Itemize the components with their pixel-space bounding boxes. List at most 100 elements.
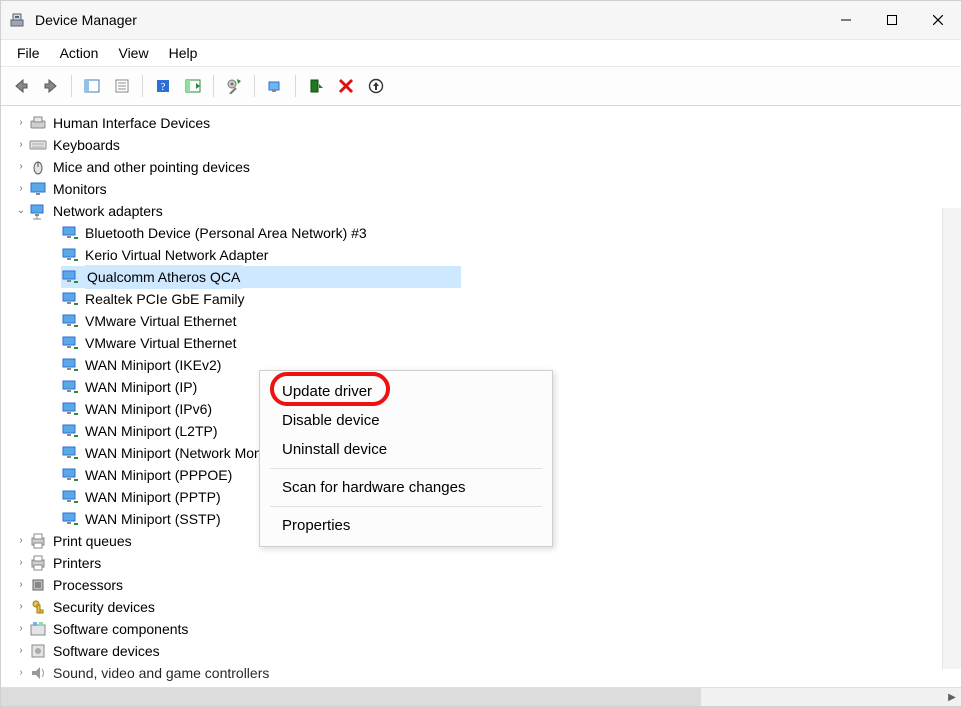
expander-icon[interactable]: ›: [13, 596, 29, 618]
svg-text:?: ?: [161, 81, 166, 93]
tree-category[interactable]: ⌄ Network adapters: [13, 200, 961, 222]
expander-icon[interactable]: ›: [13, 574, 29, 596]
tree-category[interactable]: › Software components: [13, 618, 961, 640]
expander-icon[interactable]: ›: [13, 552, 29, 574]
device-icon: [61, 400, 79, 418]
tree-category[interactable]: ›Sound, video and game controllers: [13, 662, 961, 684]
window-controls: [823, 1, 961, 39]
minimize-button[interactable]: [823, 1, 869, 39]
tree-category[interactable]: › Software devices: [13, 640, 961, 662]
help-button[interactable]: ?: [149, 72, 177, 100]
expander-icon[interactable]: ›: [13, 178, 29, 200]
device-icon: [61, 444, 79, 462]
scrollbar-thumb[interactable]: [1, 688, 701, 706]
device-icon: [61, 356, 79, 374]
menu-file[interactable]: File: [7, 43, 50, 63]
expander-icon[interactable]: ›: [13, 640, 29, 662]
uninstall-device-button[interactable]: [332, 72, 360, 100]
tree-item[interactable]: Realtek PCIe GbE Family: [61, 288, 961, 310]
toolbar-separator: [213, 75, 214, 97]
category-icon: [29, 642, 47, 660]
category-label: Processors: [53, 574, 123, 596]
category-icon: [29, 598, 47, 616]
menu-action[interactable]: Action: [50, 43, 109, 63]
back-button[interactable]: [7, 72, 35, 100]
menu-bar: File Action View Help: [1, 40, 961, 67]
menu-view[interactable]: View: [108, 43, 158, 63]
device-icon: [61, 224, 79, 242]
expander-icon[interactable]: ›: [13, 134, 29, 156]
context-menu-item[interactable]: Update driver: [260, 377, 552, 406]
category-label: Software components: [53, 618, 188, 640]
toolbar: ?: [1, 67, 961, 106]
category-icon: [29, 158, 47, 176]
action-button[interactable]: [179, 72, 207, 100]
menu-help[interactable]: Help: [159, 43, 208, 63]
expander-icon[interactable]: ›: [13, 112, 29, 134]
tree-category[interactable]: › Human Interface Devices: [13, 112, 961, 134]
tree-item[interactable]: VMware Virtual Ethernet: [61, 310, 961, 332]
properties-button[interactable]: [108, 72, 136, 100]
device-label: WAN Miniport (SSTP): [85, 508, 221, 530]
device-icon: [61, 246, 79, 264]
context-menu-item[interactable]: Uninstall device: [260, 435, 552, 464]
tree-item[interactable]: Bluetooth Device (Personal Area Network)…: [61, 222, 961, 244]
vertical-scrollbar[interactable]: [942, 208, 961, 669]
context-menu-item[interactable]: Properties: [260, 511, 552, 540]
device-label: WAN Miniport (PPTP): [85, 486, 221, 508]
scroll-right-arrow[interactable]: ▶: [943, 688, 961, 706]
device-label: VMware Virtual Ethernet: [85, 310, 236, 332]
tree-item[interactable]: VMware Virtual Ethernet: [61, 332, 961, 354]
expander-icon[interactable]: ›: [13, 662, 29, 684]
device-icon: [61, 466, 79, 484]
tree-category[interactable]: ›Monitors: [13, 178, 961, 200]
toolbar-separator: [142, 75, 143, 97]
title-bar: Device Manager: [1, 1, 961, 40]
device-icon: [61, 268, 79, 286]
tree-category[interactable]: › Processors: [13, 574, 961, 596]
category-label: Network adapters: [53, 200, 163, 222]
update-driver-button[interactable]: [220, 72, 248, 100]
scan-hardware-button[interactable]: [261, 72, 289, 100]
device-label: WAN Miniport (IKEv2): [85, 354, 221, 376]
device-label: WAN Miniport (IPv6): [85, 398, 212, 420]
tree-item[interactable]: Kerio Virtual Network Adapter: [61, 244, 961, 266]
category-icon: [29, 620, 47, 638]
close-button[interactable]: [915, 1, 961, 39]
forward-button[interactable]: [37, 72, 65, 100]
tree-category[interactable]: ›Keyboards: [13, 134, 961, 156]
device-icon: [61, 334, 79, 352]
tree-view[interactable]: › Human Interface Devices›Keyboards›Mice …: [1, 106, 961, 687]
context-menu-separator: [270, 506, 542, 507]
add-legacy-hardware-button[interactable]: [362, 72, 390, 100]
device-label: Bluetooth Device (Personal Area Network)…: [85, 222, 367, 244]
expander-icon[interactable]: ⌄: [13, 200, 29, 222]
expander-icon[interactable]: ›: [13, 530, 29, 552]
device-label: WAN Miniport (IP): [85, 376, 197, 398]
device-icon: [61, 422, 79, 440]
maximize-button[interactable]: [869, 1, 915, 39]
show-hide-console-tree-button[interactable]: [78, 72, 106, 100]
toolbar-separator: [71, 75, 72, 97]
toolbar-separator: [254, 75, 255, 97]
expander-icon[interactable]: ›: [13, 618, 29, 640]
horizontal-scrollbar[interactable]: ▶: [1, 687, 961, 706]
category-label: Human Interface Devices: [53, 112, 210, 134]
toolbar-separator: [295, 75, 296, 97]
device-label: Kerio Virtual Network Adapter: [85, 244, 268, 266]
tree-category[interactable]: › Security devices: [13, 596, 961, 618]
context-menu-item[interactable]: Disable device: [260, 406, 552, 435]
expander-icon[interactable]: ›: [13, 156, 29, 178]
category-label: Security devices: [53, 596, 155, 618]
category-icon: [29, 202, 47, 220]
category-icon: [29, 532, 47, 550]
category-icon: [29, 554, 47, 572]
tree-category[interactable]: ›Mice and other pointing devices: [13, 156, 961, 178]
tree-category[interactable]: › Printers: [13, 552, 961, 574]
context-menu-item[interactable]: Scan for hardware changes: [260, 473, 552, 502]
device-manager-window: Device Manager File Action View Help: [0, 0, 962, 707]
category-label: Printers: [53, 552, 101, 574]
category-label: Software devices: [53, 640, 160, 662]
tree-item[interactable]: Qualcomm Atheros QCA: [61, 266, 461, 288]
enable-device-button[interactable]: [302, 72, 330, 100]
